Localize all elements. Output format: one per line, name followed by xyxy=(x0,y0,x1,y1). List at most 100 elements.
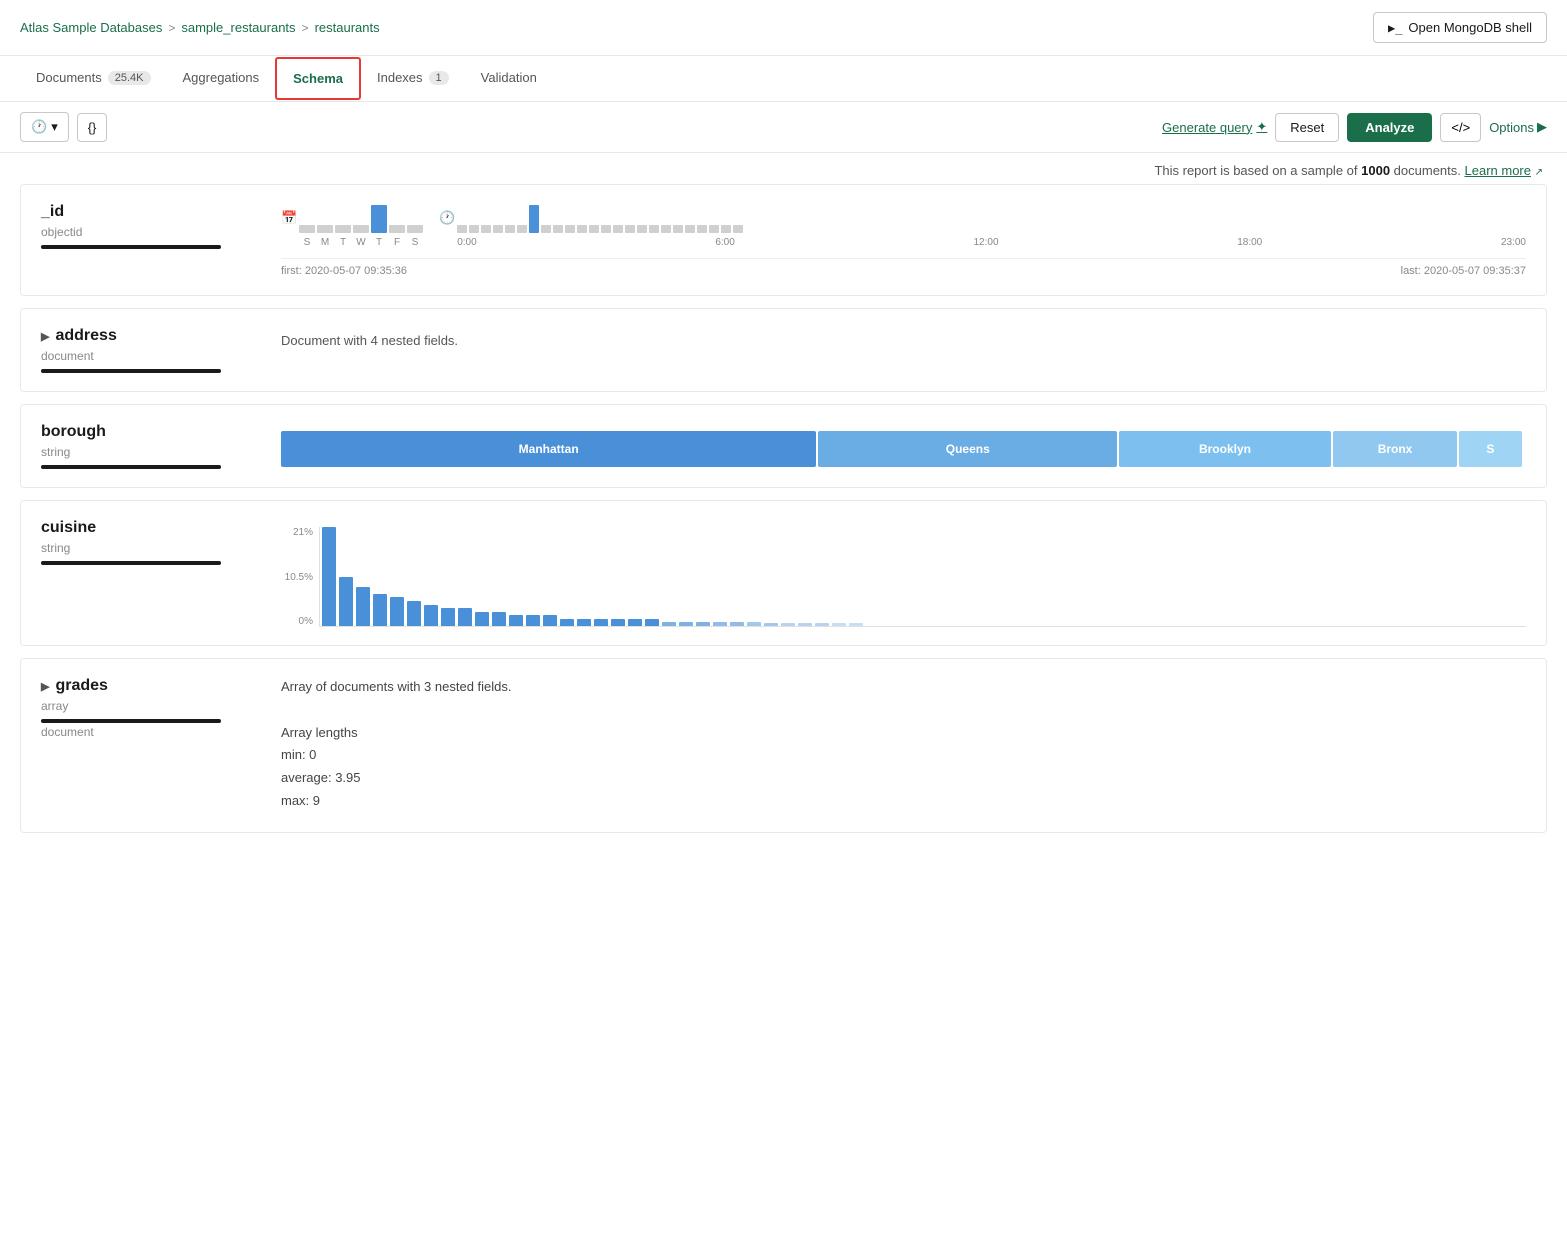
open-shell-button[interactable]: ▶_ Open MongoDB shell xyxy=(1373,12,1547,43)
day-chart: 📅 S xyxy=(281,203,423,248)
analyze-button[interactable]: Analyze xyxy=(1347,113,1432,142)
day-bar-w xyxy=(353,225,369,233)
hour-label-23: 23:00 xyxy=(1501,237,1526,248)
cuisine-bar-16 xyxy=(594,619,608,626)
day-bar-s2 xyxy=(407,225,423,233)
field-name-cuisine: cuisine xyxy=(41,519,261,537)
day-bar-m xyxy=(317,225,333,233)
field-name-grades: ▶ grades xyxy=(41,677,261,695)
tab-schema[interactable]: Schema xyxy=(275,57,361,100)
hour-bar-12 xyxy=(601,225,611,233)
day-label-s1: S xyxy=(299,237,315,248)
cuisine-bar-30 xyxy=(832,623,846,626)
toolbar-left: 🕐 ▾ {} xyxy=(20,112,1154,142)
cuisine-bar-24 xyxy=(730,622,744,626)
field-bar-cuisine xyxy=(41,561,221,565)
terminal-icon: ▶_ xyxy=(1388,21,1402,35)
cuisine-chart-area xyxy=(319,527,1526,627)
field-name-address: ▶ address xyxy=(41,327,261,345)
day-label-f: F xyxy=(389,237,405,248)
tab-aggregations[interactable]: Aggregations xyxy=(167,56,276,101)
hour-bar-9 xyxy=(565,225,575,233)
open-shell-label: Open MongoDB shell xyxy=(1408,20,1532,35)
cuisine-bar-22 xyxy=(696,622,710,626)
reset-button[interactable]: Reset xyxy=(1275,113,1339,142)
time-viz-container: 📅 S xyxy=(281,203,1526,248)
hour-bar-4 xyxy=(505,225,515,233)
cuisine-bar-0 xyxy=(322,527,336,626)
borough-staten[interactable]: S xyxy=(1459,431,1521,467)
borough-brooklyn-label: Brooklyn xyxy=(1199,442,1251,456)
address-doc-text: Document with 4 nested fields. xyxy=(281,333,458,348)
hour-bar-18 xyxy=(673,225,683,233)
cuisine-bar-10 xyxy=(492,612,506,626)
hour-bar-1 xyxy=(469,225,479,233)
cuisine-bar-2 xyxy=(356,587,370,626)
cuisine-y-axis: 21% 10.5% 0% xyxy=(281,527,313,627)
field-meta-cuisine: cuisine string xyxy=(41,519,261,565)
tab-schema-label: Schema xyxy=(293,71,343,86)
options-label: Options xyxy=(1489,120,1534,135)
clock-filter-button[interactable]: 🕐 ▾ xyxy=(20,112,69,142)
breadcrumb-sample-restaurants[interactable]: sample_restaurants xyxy=(181,20,295,35)
options-button[interactable]: Options ▶ xyxy=(1489,119,1547,135)
borough-manhattan[interactable]: Manhattan xyxy=(281,431,816,467)
day-bar-t2-active xyxy=(371,205,387,233)
day-bar-f xyxy=(389,225,405,233)
hour-label-0: 0:00 xyxy=(457,237,476,248)
learn-more-link[interactable]: Learn more xyxy=(1465,163,1531,178)
field-type-address: document xyxy=(41,349,261,363)
hour-bar-7 xyxy=(541,225,551,233)
cuisine-bar-6 xyxy=(424,605,438,626)
field-card-address: ▶ address document Document with 4 neste… xyxy=(20,308,1547,392)
breadcrumb-restaurants[interactable]: restaurants xyxy=(315,20,380,35)
breadcrumb-atlas[interactable]: Atlas Sample Databases xyxy=(20,20,162,35)
generate-query-label: Generate query xyxy=(1162,120,1252,135)
tab-documents[interactable]: Documents 25.4K xyxy=(20,56,167,101)
generate-query-link[interactable]: Generate query ✦ xyxy=(1162,119,1267,135)
code-icon: </> xyxy=(1451,120,1470,135)
field-name-id: _id xyxy=(41,203,261,221)
tab-indexes[interactable]: Indexes 1 xyxy=(361,56,465,101)
grades-desc-line-0: Array of documents with 3 nested fields. xyxy=(281,677,1526,698)
cuisine-bar-23 xyxy=(713,622,727,626)
field-bar-id xyxy=(41,245,221,249)
field-type-id: objectid xyxy=(41,225,261,239)
cuisine-bar-1 xyxy=(339,577,353,627)
hour-bar-15 xyxy=(637,225,647,233)
hour-bar-16 xyxy=(649,225,659,233)
toolbar-right: Generate query ✦ Reset Analyze </> Optio… xyxy=(1162,113,1547,142)
hour-label-18: 18:00 xyxy=(1237,237,1262,248)
cuisine-bar-20 xyxy=(662,622,676,626)
borough-bronx-label: Bronx xyxy=(1378,442,1413,456)
cuisine-bar-4 xyxy=(390,597,404,626)
main-content: _id objectid 📅 xyxy=(0,184,1567,865)
grades-description: Array of documents with 3 nested fields.… xyxy=(281,677,1526,812)
borough-bronx[interactable]: Bronx xyxy=(1333,431,1458,467)
hour-label-6: 6:00 xyxy=(715,237,734,248)
tab-validation-label: Validation xyxy=(481,70,537,85)
field-type-borough: string xyxy=(41,445,261,459)
grades-field-label: grades xyxy=(55,677,107,695)
borough-brooklyn[interactable]: Brooklyn xyxy=(1119,431,1331,467)
cuisine-bar-18 xyxy=(628,619,642,626)
grades-expand-icon[interactable]: ▶ xyxy=(41,680,49,693)
borough-queens[interactable]: Queens xyxy=(818,431,1117,467)
cuisine-bar-29 xyxy=(815,623,829,626)
tab-validation[interactable]: Validation xyxy=(465,56,553,101)
braces-button[interactable]: {} xyxy=(77,113,108,142)
hour-bar-20 xyxy=(697,225,707,233)
toolbar: 🕐 ▾ {} Generate query ✦ Reset Analyze </… xyxy=(0,102,1567,153)
field-viz-address: Document with 4 nested fields. xyxy=(281,327,1526,348)
sample-info-prefix: This report is based on a sample of xyxy=(1154,163,1361,178)
field-meta-id: _id objectid xyxy=(41,203,261,249)
address-expand-icon[interactable]: ▶ xyxy=(41,330,49,343)
breadcrumb-bar: Atlas Sample Databases > sample_restaura… xyxy=(0,0,1567,56)
grades-desc-line-5: max: 9 xyxy=(281,791,1526,812)
code-button[interactable]: </> xyxy=(1440,113,1481,142)
cuisine-bar-31 xyxy=(849,623,863,626)
clock-time-icon: 🕐 xyxy=(439,210,455,226)
cuisine-bar-3 xyxy=(373,594,387,626)
grades-desc-line-1 xyxy=(281,700,1526,721)
cuisine-field-label: cuisine xyxy=(41,519,96,537)
